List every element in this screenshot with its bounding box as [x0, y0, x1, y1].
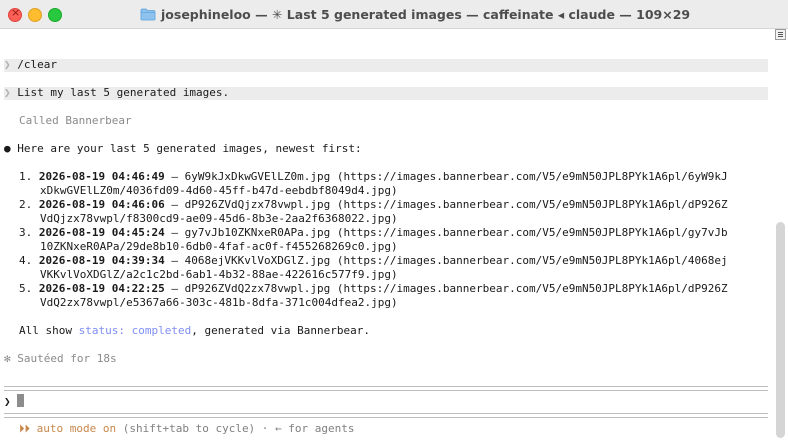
- item-detail[interactable]: — 6yW9kJxDkwGVElLZ0m.jpg (https://images…: [165, 170, 727, 183]
- list-item: 1. 2026-08-19 04:46:49 — 6yW9kJxDkwGVElL…: [19, 170, 728, 184]
- elapsed-status: ✻ Sautéed for 18s: [4, 352, 117, 366]
- tool-call: Called Bannerbear: [19, 114, 132, 127]
- list-item-cont[interactable]: 10ZKNxeR0APa/29de8b10-6db0-4faf-ac0f-f45…: [40, 240, 398, 254]
- item-number: 4.: [19, 254, 33, 267]
- command-highlight: [4, 59, 768, 72]
- summary-post: , generated via Bannerbear.: [191, 324, 371, 337]
- item-timestamp: 2026-08-19 04:46:49: [38, 170, 165, 183]
- item-timestamp: 2026-08-19 04:46:06: [38, 198, 165, 211]
- summary-line: All show status: completed, generated vi…: [19, 324, 370, 338]
- window-titlebar: josephineloo — ✳ Last 5 generated images…: [0, 0, 788, 29]
- prompt-chevron-icon: ❯: [4, 86, 11, 99]
- command-clear: ❯ /clear: [4, 58, 57, 72]
- list-item: 2. 2026-08-19 04:46:06 — dP926ZVdQjzx78v…: [19, 198, 728, 212]
- mode-hint: (shift+tab to cycle) · ← for agents: [116, 422, 355, 435]
- response-intro: ● Here are your last 5 generated images,…: [4, 142, 362, 156]
- list-item: 3. 2026-08-19 04:45:24 — gy7vJb10ZKNxeR0…: [19, 226, 728, 240]
- item-detail[interactable]: — 4068ejVKKvlVoXDGlZ.jpg (https://images…: [165, 254, 727, 267]
- text-cursor: [17, 394, 25, 407]
- mode-label[interactable]: auto mode on: [37, 422, 116, 435]
- status-badge: status: completed: [78, 324, 192, 337]
- command-text: /clear: [17, 58, 57, 71]
- minimize-icon[interactable]: [28, 8, 42, 22]
- item-number: 3.: [19, 226, 33, 239]
- window-title: josephineloo — ✳ Last 5 generated images…: [140, 5, 690, 23]
- list-item-cont[interactable]: xDkwGVElLZ0m/4036fd09-4d60-45ff-b47d-eeb…: [40, 184, 398, 198]
- item-number: 5.: [19, 282, 33, 295]
- prompt-chevron-icon: ❯: [4, 395, 11, 408]
- command-text: List my last 5 generated images.: [17, 86, 230, 99]
- list-item-cont[interactable]: VKKvlVoXDGlZ/a2c1c2bd-6ab1-4b32-88ae-422…: [40, 268, 398, 282]
- item-timestamp: 2026-08-19 04:22:25: [38, 282, 165, 295]
- close-icon[interactable]: [8, 6, 22, 22]
- list-item: 4. 2026-08-19 04:39:34 — 4068ejVKKvlVoXD…: [19, 254, 728, 268]
- item-detail[interactable]: — gy7vJb10ZKNxeR0APa.jpg (https://images…: [165, 226, 727, 239]
- scrollbar[interactable]: [776, 222, 785, 438]
- item-timestamp: 2026-08-19 04:45:24: [38, 226, 165, 239]
- input-divider-bottom: [4, 413, 768, 418]
- elapsed-text: Sautéed for 18s: [17, 352, 117, 365]
- window-title-text: josephineloo — ✳ Last 5 generated images…: [161, 6, 691, 22]
- fast-forward-icon: ⏵⏵: [19, 422, 30, 435]
- input-row[interactable]: ❯: [4, 394, 25, 409]
- prompt-chevron-icon: ❯: [4, 58, 11, 71]
- list-item: 5. 2026-08-19 04:22:25 — dP926ZVdQ2zx78v…: [19, 282, 728, 296]
- item-timestamp: 2026-08-19 04:39:34: [38, 254, 165, 267]
- scroll-menu-icon[interactable]: [775, 29, 786, 40]
- item-detail[interactable]: — dP926ZVdQ2zx78vwpl.jpg (https://images…: [165, 282, 727, 295]
- zoom-icon[interactable]: [48, 8, 62, 22]
- folder-icon: [140, 8, 156, 20]
- command-list: ❯ List my last 5 generated images.: [4, 86, 229, 100]
- intro-text: Here are your last 5 generated images, n…: [17, 142, 362, 155]
- item-detail[interactable]: — dP926ZVdQjzx78vwpl.jpg (https://images…: [165, 198, 727, 211]
- sparkle-icon: ✻: [4, 352, 11, 365]
- bullet-icon: ●: [4, 142, 11, 155]
- input-divider-top: [4, 386, 768, 391]
- list-item-cont[interactable]: VdQ2zx78vwpl/e5367a66-303c-481b-8dfa-371…: [40, 296, 398, 310]
- summary-pre: All show: [19, 324, 79, 337]
- mode-footer[interactable]: ⏵⏵ auto mode on (shift+tab to cycle) · ←…: [19, 422, 355, 436]
- item-number: 1.: [19, 170, 33, 183]
- list-item-cont[interactable]: VdQjzx78vwpl/f8300cd9-ae09-45d6-8b3e-2aa…: [40, 212, 398, 226]
- item-number: 2.: [19, 198, 33, 211]
